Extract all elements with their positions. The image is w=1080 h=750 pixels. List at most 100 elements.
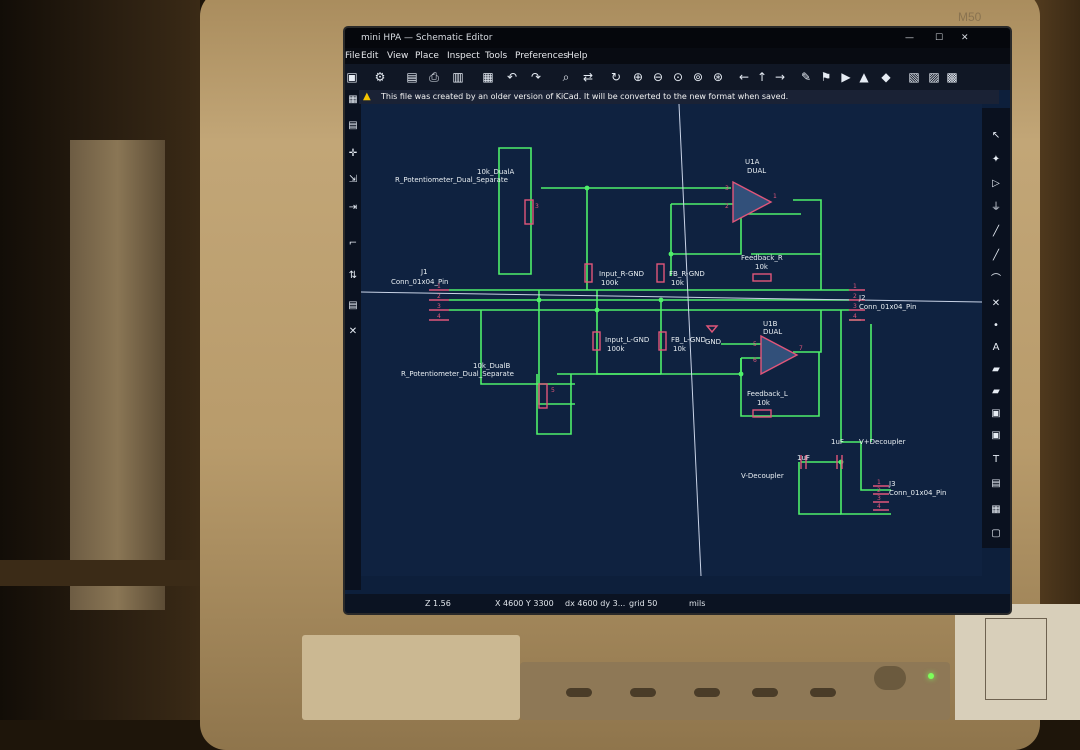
u1a-pin-3: 3 <box>725 185 729 192</box>
opamp-u1a <box>732 180 773 224</box>
u1a-type: DUAL <box>747 167 766 175</box>
bom-icon[interactable]: ▧ <box>907 70 921 84</box>
unconnected-icon[interactable]: ✕ <box>347 326 359 338</box>
search-icon[interactable]: ⌕ <box>559 70 573 84</box>
menu-file[interactable]: File <box>345 48 360 64</box>
hierarchy-icon[interactable]: ⇅ <box>347 270 359 282</box>
label-icon[interactable]: A <box>990 342 1002 354</box>
input-l-label: Input_L-GND <box>605 336 649 344</box>
delta-readout: dx 4600 dy 3... <box>565 599 626 608</box>
junction-icon[interactable]: • <box>990 320 1002 332</box>
sheet-icon[interactable]: ▣ <box>990 408 1002 420</box>
monitor-button[interactable] <box>630 688 656 697</box>
schematic-canvas[interactable]: 10k_DualA R_Potentiometer_Dual_Separate … <box>360 103 983 577</box>
opamp-u1b <box>760 334 799 376</box>
cursor-coords: X 4600 Y 3300 <box>495 599 554 608</box>
image-icon[interactable]: ▦ <box>990 504 1002 516</box>
grid-icon[interactable]: ▦ <box>347 94 359 106</box>
annotate-icon[interactable]: ✎ <box>799 70 813 84</box>
menu-edit[interactable]: Edit <box>361 48 378 64</box>
gnd-label: GND <box>705 338 721 346</box>
resistor-fb-l <box>658 331 667 351</box>
bus-entry-icon[interactable]: ⌒ <box>990 274 1002 286</box>
j3-pin-3: 3 <box>877 495 881 502</box>
menu-help[interactable]: Help <box>567 48 588 64</box>
zoom-out-icon[interactable]: ⊖ <box>651 70 665 84</box>
properties-icon[interactable]: ▤ <box>347 300 359 312</box>
menu-bar: File Edit View Place Inspect Tools Prefe… <box>345 48 1010 64</box>
zoom-fit-icon[interactable]: ⊙ <box>671 70 685 84</box>
monitor-button[interactable] <box>694 688 720 697</box>
j1-pin-3: 3 <box>437 303 441 310</box>
input-r-value: 100k <box>601 279 619 287</box>
menu-view[interactable]: View <box>387 48 408 64</box>
monitor-button[interactable] <box>810 688 836 697</box>
menu-tools[interactable]: Tools <box>485 48 507 64</box>
power-icon[interactable]: ⏚ <box>990 202 1002 214</box>
settings-icon[interactable]: ⚙ <box>373 70 387 84</box>
j3-pin-1: 1 <box>877 479 881 486</box>
bus-icon[interactable]: ╱ <box>990 250 1002 262</box>
hidden-pins-icon[interactable]: ⇲ <box>347 174 359 186</box>
u1b-ref: U1B <box>763 320 778 328</box>
monitor-button[interactable] <box>752 688 778 697</box>
plot-icon[interactable]: ▥ <box>451 70 465 84</box>
select-icon[interactable]: ↖ <box>990 130 1002 142</box>
bus-icon[interactable]: ⇥ <box>347 202 359 214</box>
inches-icon[interactable]: ▤ <box>347 120 359 132</box>
maximize-button[interactable]: ☐ <box>935 28 943 48</box>
sticky-note <box>302 635 520 720</box>
cursor-icon[interactable]: ✛ <box>347 148 359 160</box>
redo-icon[interactable]: ↷ <box>529 70 543 84</box>
delete-icon[interactable]: ▢ <box>990 528 1002 540</box>
page-icon[interactable]: ▤ <box>405 70 419 84</box>
zoom-objects-icon[interactable]: ⊚ <box>691 70 705 84</box>
folder-icon[interactable]: ▣ <box>345 70 359 84</box>
minimize-button[interactable]: — <box>905 28 914 48</box>
menu-inspect[interactable]: Inspect <box>447 48 480 64</box>
close-button[interactable]: ✕ <box>961 28 969 48</box>
highlight-net-icon[interactable]: ✦ <box>990 154 1002 166</box>
junction-dot <box>584 185 590 191</box>
symbol-icon[interactable]: ▷ <box>990 178 1002 190</box>
wire-icon[interactable]: ╱ <box>990 226 1002 238</box>
arrow-right-icon[interactable]: → <box>773 70 787 84</box>
netlist-icon[interactable]: ▲ <box>857 70 871 84</box>
zoom-readout: Z 1.56 <box>425 599 451 608</box>
sheet-pin-icon[interactable]: ▣ <box>990 430 1002 442</box>
wire-angle-icon[interactable]: ⌐ <box>347 238 359 250</box>
right-toolbar: ↖ ✦ ▷ ⏚ ╱ ╱ ⌒ ✕ • A ▰ ▰ ▣ ▣ T ▤ ▦ ▢ <box>982 108 1010 548</box>
wire <box>498 147 532 275</box>
j1-pin-2: 2 <box>437 293 441 300</box>
pcb-icon[interactable]: ▨ <box>927 70 941 84</box>
global-label-icon[interactable]: ▰ <box>990 364 1002 376</box>
power-button[interactable] <box>874 666 906 690</box>
text-icon[interactable]: T <box>990 454 1002 466</box>
menu-preferences[interactable]: Preferences <box>515 48 568 64</box>
simulator-icon[interactable]: ▶ <box>839 70 853 84</box>
print-icon[interactable]: ⎙ <box>427 70 441 84</box>
u1b-pin-7: 7 <box>799 345 803 352</box>
replace-icon[interactable]: ⇄ <box>581 70 595 84</box>
arrow-left-icon[interactable]: ← <box>737 70 751 84</box>
undo-icon[interactable]: ↶ <box>505 70 519 84</box>
feedback-l-label: Feedback_L <box>747 390 788 398</box>
menu-place[interactable]: Place <box>415 48 439 64</box>
zoom-in-icon[interactable]: ⊕ <box>631 70 645 84</box>
hier-label-icon[interactable]: ▰ <box>990 386 1002 398</box>
textbox-icon[interactable]: ▤ <box>990 478 1002 490</box>
monitor-button[interactable] <box>566 688 592 697</box>
no-connect-icon[interactable]: ✕ <box>990 298 1002 310</box>
symbol-editor-icon[interactable]: ◆ <box>879 70 893 84</box>
resistor-fb-r <box>656 263 665 283</box>
erc-icon[interactable]: ⚑ <box>819 70 833 84</box>
arrow-up-icon[interactable]: ↑ <box>755 70 769 84</box>
pot-b-pin: 5 <box>551 387 555 394</box>
refresh-icon[interactable]: ↻ <box>609 70 623 84</box>
wire <box>793 310 822 353</box>
paste-icon[interactable]: ▦ <box>481 70 495 84</box>
zoom-selection-icon[interactable]: ⊛ <box>711 70 725 84</box>
script-icon[interactable]: ▩ <box>945 70 959 84</box>
cap-vplus-value: 1uF <box>831 438 844 446</box>
pot-a-pin: 3 <box>535 203 539 210</box>
